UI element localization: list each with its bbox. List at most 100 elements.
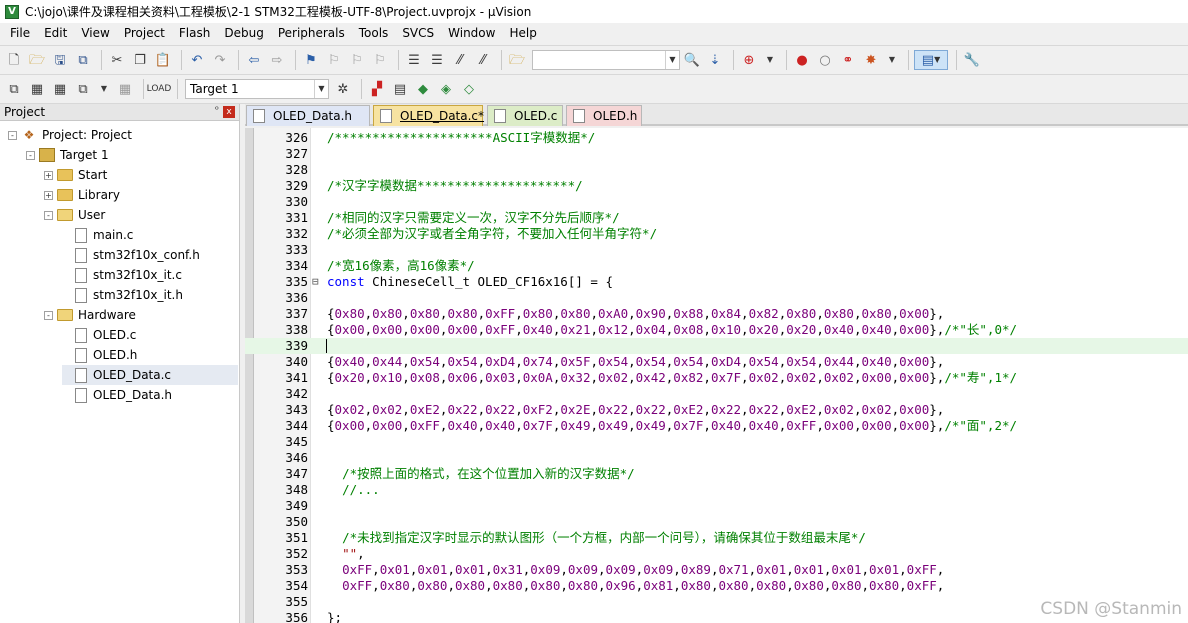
translate-icon[interactable]: ⧉ xyxy=(4,79,24,99)
unindent-icon[interactable]: ☰ xyxy=(427,50,447,70)
code-line[interactable]: 334 /*宽16像素，高16像素*/ xyxy=(245,258,1188,274)
code-line[interactable]: 345 xyxy=(245,434,1188,450)
pin-icon[interactable]: ᵒ xyxy=(215,105,219,116)
tree-item[interactable]: stm32f10x_it.c xyxy=(62,265,238,285)
next-bookmark-icon[interactable]: ⚐ xyxy=(347,50,367,70)
kill-breakpoints-icon[interactable]: ✸ xyxy=(861,50,881,70)
code-line[interactable]: 337 {0x80,0x80,0x80,0x80,0xFF,0x80,0x80,0… xyxy=(245,306,1188,322)
close-icon[interactable]: x xyxy=(223,106,235,118)
menu-tools[interactable]: Tools xyxy=(352,23,396,44)
chevron-down-icon[interactable]: ▼ xyxy=(96,79,112,99)
chevron-down-icon[interactable]: ▼ xyxy=(762,50,778,70)
batch-build-icon[interactable]: ⧉ xyxy=(73,79,93,99)
tab-oled-c[interactable]: OLED.c xyxy=(487,105,563,126)
find-in-files-icon[interactable]: 🗁 xyxy=(507,50,527,70)
manage-project-items-icon[interactable]: ▞ xyxy=(367,79,387,99)
save-all-icon[interactable]: ⧉ xyxy=(73,50,93,70)
code-line[interactable]: 348 //... xyxy=(245,482,1188,498)
clear-bookmarks-icon[interactable]: ⚐ xyxy=(370,50,390,70)
tree-item[interactable]: OLED_Data.h xyxy=(62,385,238,405)
indent-icon[interactable]: ☰ xyxy=(404,50,424,70)
code-line[interactable]: 346 xyxy=(245,450,1188,466)
insert-breakpoint-icon[interactable]: ● xyxy=(792,50,812,70)
code-line[interactable]: 331 /*相同的汉字只需要定义一次，汉字不分先后顺序*/ xyxy=(245,210,1188,226)
code-line[interactable]: 327 xyxy=(245,146,1188,162)
code-editor[interactable]: 326/*********************ASCII字模数据*/327 3… xyxy=(245,128,1188,623)
code-line[interactable]: 354 0xFF,0x80,0x80,0x80,0x80,0x80,0x80,0… xyxy=(245,578,1188,594)
tree-item[interactable]: stm32f10x_it.h xyxy=(62,285,238,305)
code-line[interactable]: 343 {0x02,0x02,0xE2,0x22,0x22,0xF2,0x2E,0… xyxy=(245,402,1188,418)
expand-icon[interactable]: + xyxy=(44,170,53,180)
debug-session-icon[interactable]: ⊕ xyxy=(739,50,759,70)
paste-icon[interactable]: 📋 xyxy=(153,50,173,70)
tree-item[interactable]: - User xyxy=(44,205,238,225)
code-line[interactable]: 353 0xFF,0x01,0x01,0x01,0x31,0x09,0x09,0… xyxy=(245,562,1188,578)
menu-project[interactable]: Project xyxy=(117,23,172,44)
code-line[interactable]: 328 xyxy=(245,162,1188,178)
new-file-icon[interactable]: 🗋 xyxy=(4,50,24,70)
configure-wrench-icon[interactable]: 🔧 xyxy=(962,50,982,70)
code-line[interactable]: 347 /*按照上面的格式，在这个位置加入新的汉字数据*/ xyxy=(245,466,1188,482)
code-line[interactable]: 340 {0x40,0x44,0x54,0x54,0xD4,0x74,0x5F,0… xyxy=(245,354,1188,370)
code-line[interactable]: 338 {0x00,0x00,0x00,0x00,0xFF,0x40,0x21,0… xyxy=(245,322,1188,338)
code-line[interactable]: 352 "", xyxy=(245,546,1188,562)
window-layout-icon[interactable]: ▤ ▼ xyxy=(914,50,948,70)
find-combo[interactable]: ▼ xyxy=(532,50,680,70)
navigate-back-icon[interactable]: ⇦ xyxy=(244,50,264,70)
menu-debug[interactable]: Debug xyxy=(217,23,270,44)
find-icon[interactable]: 🔍 xyxy=(682,50,702,70)
tree-item[interactable]: - ❖ Project: Project xyxy=(8,125,238,145)
code-line[interactable]: 341 {0x20,0x10,0x08,0x06,0x03,0x0A,0x32,0… xyxy=(245,370,1188,386)
tree-item[interactable]: + Library xyxy=(44,185,238,205)
code-line[interactable]: 333 xyxy=(245,242,1188,258)
incremental-find-icon[interactable]: ⇣ xyxy=(705,50,725,70)
tab-oled-h[interactable]: OLED.h xyxy=(566,105,642,126)
code-line[interactable]: 350 xyxy=(245,514,1188,530)
redo-icon[interactable]: ↷ xyxy=(210,50,230,70)
code-line[interactable]: 330 xyxy=(245,194,1188,210)
tree-item[interactable]: + Start xyxy=(44,165,238,185)
chevron-down-icon[interactable]: ▼ xyxy=(314,80,328,98)
copy-icon[interactable]: ❐ xyxy=(130,50,150,70)
code-line[interactable]: 351 /*未找到指定汉字时显示的默认图形（一个方框，内部一个问号），请确保其位… xyxy=(245,530,1188,546)
tab-oled-data-c[interactable]: OLED_Data.c* xyxy=(373,105,484,126)
chevron-down-icon[interactable]: ▼ xyxy=(884,50,900,70)
comment-icon[interactable]: ⁄⁄ xyxy=(450,50,470,70)
manage-run-time-env-icon[interactable]: ◆ xyxy=(413,79,433,99)
menu-edit[interactable]: Edit xyxy=(37,23,74,44)
menu-flash[interactable]: Flash xyxy=(172,23,217,44)
code-line[interactable]: 344 {0x00,0x00,0xFF,0x40,0x40,0x7F,0x49,0… xyxy=(245,418,1188,434)
bookmark-icon[interactable]: ⚑ xyxy=(301,50,321,70)
code-line[interactable]: 349 xyxy=(245,498,1188,514)
uncomment-icon[interactable]: ⁄⁄ xyxy=(473,50,493,70)
menu-help[interactable]: Help xyxy=(502,23,543,44)
rebuild-icon[interactable]: ▦ xyxy=(50,79,70,99)
tree-item[interactable]: OLED_Data.c xyxy=(62,365,238,385)
collapse-icon[interactable]: - xyxy=(26,150,35,160)
tree-item[interactable]: main.c xyxy=(62,225,238,245)
select-packs-icon[interactable]: ◈ xyxy=(436,79,456,99)
enable-breakpoint-icon[interactable]: ○ xyxy=(815,50,835,70)
expand-icon[interactable]: + xyxy=(44,190,53,200)
undo-icon[interactable]: ↶ xyxy=(187,50,207,70)
code-line[interactable]: 329 /*汉字字模数据*********************/ xyxy=(245,178,1188,194)
fold-collapse-icon[interactable]: ⊟ xyxy=(312,274,319,290)
target-options-icon[interactable]: ✲ xyxy=(333,79,353,99)
tree-item[interactable]: - Target 1 xyxy=(26,145,238,165)
tree-item[interactable]: stm32f10x_conf.h xyxy=(62,245,238,265)
file-extensions-icon[interactable]: ▤ xyxy=(390,79,410,99)
collapse-icon[interactable]: - xyxy=(44,210,53,220)
build-icon[interactable]: ▦ xyxy=(27,79,47,99)
menu-view[interactable]: View xyxy=(74,23,116,44)
pack-installer-icon[interactable]: ◇ xyxy=(459,79,479,99)
code-line[interactable]: 339 xyxy=(245,338,1188,354)
tab-oled-data-h[interactable]: OLED_Data.h xyxy=(246,105,370,126)
code-line[interactable]: 342 xyxy=(245,386,1188,402)
save-icon[interactable]: 🖫 xyxy=(50,50,70,70)
disable-breakpoints-icon[interactable]: ⚭ xyxy=(838,50,858,70)
tree-item[interactable]: OLED.h xyxy=(62,345,238,365)
collapse-icon[interactable]: - xyxy=(44,310,53,320)
cut-icon[interactable]: ✂ xyxy=(107,50,127,70)
download-load-icon[interactable]: LOAD xyxy=(147,79,172,99)
stop-build-icon[interactable]: ▦ xyxy=(115,79,135,99)
